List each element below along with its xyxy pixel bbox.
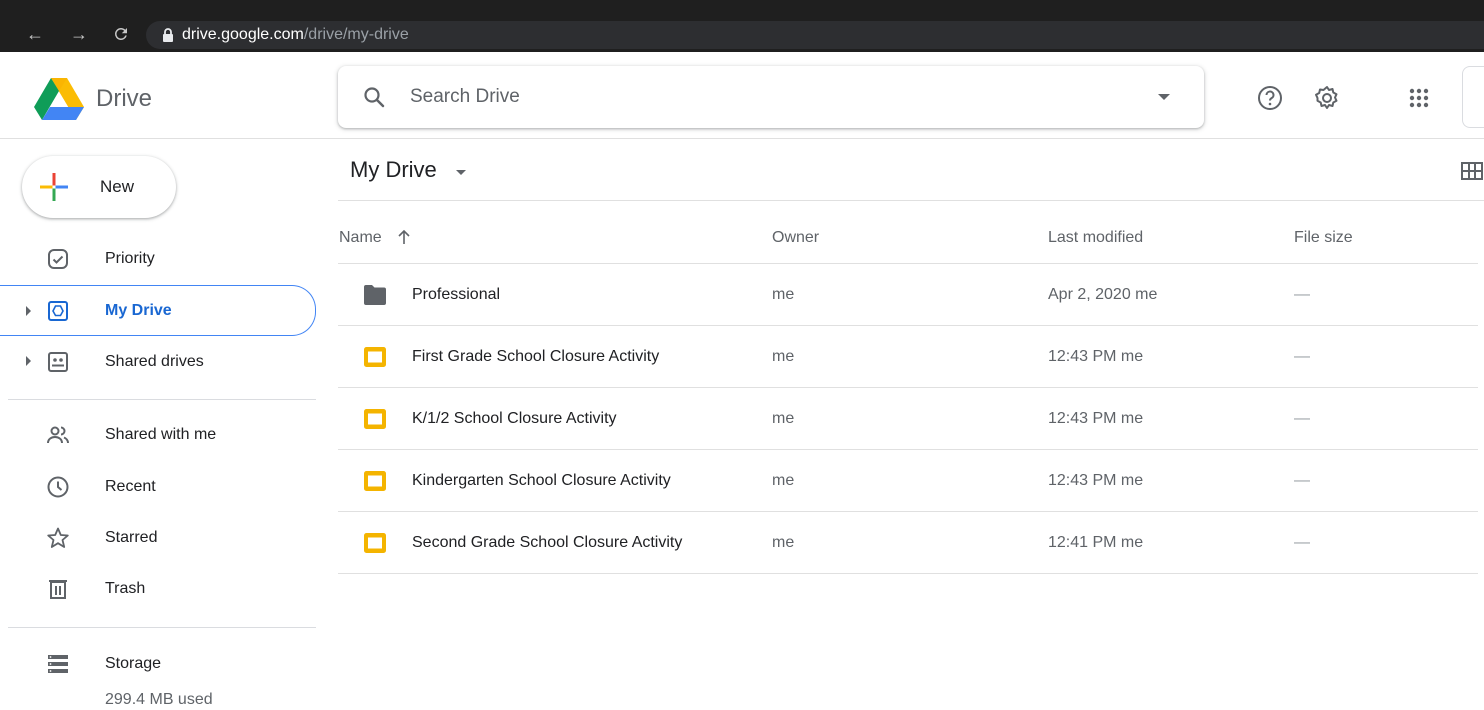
file-name: Second Grade School Closure Activity bbox=[412, 534, 683, 551]
sidebar-item-label: Recent bbox=[105, 478, 156, 495]
sidebar-item-shared-drives[interactable]: Shared drives bbox=[0, 338, 316, 386]
browser-toolbar: ← → drive.google.com/drive/my-drive bbox=[0, 0, 1484, 52]
clock-icon bbox=[47, 476, 69, 498]
sidebar-divider bbox=[8, 399, 316, 400]
header-divider bbox=[0, 138, 1484, 139]
trash-icon bbox=[49, 580, 67, 599]
sidebar-item-trash[interactable]: Trash bbox=[0, 565, 316, 613]
sidebar-item-label: Starred bbox=[105, 529, 158, 546]
grid-view-icon[interactable] bbox=[1460, 160, 1484, 182]
sidebar-item-label: Trash bbox=[105, 580, 146, 597]
drive-logo-icon[interactable] bbox=[34, 78, 84, 120]
search-input[interactable] bbox=[410, 83, 1110, 111]
table-row[interactable]: Kindergarten School Closure Activity me … bbox=[338, 450, 1478, 512]
sidebar-item-starred[interactable]: Starred bbox=[0, 514, 316, 562]
url-host: drive.google.com bbox=[182, 26, 304, 43]
help-icon[interactable] bbox=[1256, 84, 1284, 112]
sidebar-item-recent[interactable]: Recent bbox=[0, 463, 316, 511]
account-button[interactable] bbox=[1462, 66, 1484, 128]
file-name: First Grade School Closure Activity bbox=[412, 348, 660, 365]
column-header-name[interactable]: Name bbox=[339, 228, 382, 248]
plus-icon bbox=[40, 173, 68, 201]
chevron-down-icon[interactable] bbox=[456, 170, 466, 175]
file-size: — bbox=[1294, 348, 1310, 365]
slides-icon bbox=[364, 347, 386, 367]
settings-icon[interactable] bbox=[1313, 84, 1341, 112]
file-last-modified: Apr 2, 2020 me bbox=[1048, 286, 1158, 303]
column-header-last-modified[interactable]: Last modified bbox=[1048, 228, 1143, 248]
storage-used-text: 299.4 MB used bbox=[105, 691, 213, 708]
search-icon[interactable] bbox=[362, 85, 386, 109]
file-size: — bbox=[1294, 410, 1310, 427]
sidebar-item-my-drive[interactable]: My Drive bbox=[0, 285, 316, 336]
url-path: /drive/my-drive bbox=[303, 26, 409, 43]
page-title[interactable]: My Drive bbox=[350, 156, 437, 184]
star-icon bbox=[47, 527, 69, 548]
title-divider bbox=[338, 200, 1484, 201]
sidebar-item-label: Priority bbox=[105, 250, 155, 267]
new-button-label: New bbox=[100, 177, 135, 196]
search-bar[interactable] bbox=[338, 66, 1204, 128]
shared-drives-icon bbox=[48, 352, 68, 372]
sidebar-item-label: Shared drives bbox=[105, 353, 204, 370]
table-row[interactable]: Professional me Apr 2, 2020 me — bbox=[338, 264, 1478, 326]
lock-icon bbox=[163, 28, 173, 42]
app-name: Drive bbox=[96, 85, 153, 112]
file-size: — bbox=[1294, 286, 1310, 303]
sidebar-item-priority[interactable]: Priority bbox=[0, 235, 316, 283]
file-last-modified: 12:43 PM me bbox=[1048, 410, 1144, 427]
arrow-right-icon[interactable]: → bbox=[68, 22, 90, 46]
slides-icon bbox=[364, 471, 386, 491]
file-size: — bbox=[1294, 472, 1310, 489]
sidebar-item-label: Storage bbox=[105, 655, 162, 672]
apps-icon[interactable] bbox=[1405, 84, 1433, 112]
sort-ascending-icon[interactable] bbox=[396, 228, 412, 246]
expand-arrow-icon[interactable] bbox=[26, 306, 31, 316]
sidebar-item-shared-with-me[interactable]: Shared with me bbox=[0, 411, 316, 459]
folder-icon bbox=[364, 285, 386, 305]
file-last-modified: 12:43 PM me bbox=[1048, 472, 1144, 489]
file-name: K/1/2 School Closure Activity bbox=[412, 410, 617, 427]
slides-icon bbox=[364, 533, 386, 553]
address-bar[interactable]: drive.google.com/drive/my-drive bbox=[146, 21, 1484, 49]
file-owner: me bbox=[772, 286, 795, 303]
column-header-owner: Owner bbox=[772, 229, 820, 246]
file-last-modified: 12:43 PM me bbox=[1048, 348, 1144, 365]
new-button[interactable]: New bbox=[22, 156, 176, 218]
column-header-file-size: File size bbox=[1294, 229, 1353, 246]
priority-icon bbox=[48, 249, 68, 269]
file-name: Professional bbox=[412, 286, 501, 303]
file-last-modified: 12:41 PM me bbox=[1048, 534, 1144, 551]
people-icon bbox=[47, 426, 69, 444]
table-row[interactable]: First Grade School Closure Activity me 1… bbox=[338, 326, 1478, 388]
file-owner: me bbox=[772, 472, 795, 489]
arrow-left-icon[interactable]: ← bbox=[24, 22, 46, 46]
file-size: — bbox=[1294, 534, 1310, 551]
sidebar-item-storage[interactable]: Storage bbox=[0, 640, 316, 688]
file-owner: me bbox=[772, 348, 795, 365]
table-row[interactable]: Second Grade School Closure Activity me … bbox=[338, 512, 1478, 574]
file-owner: me bbox=[772, 410, 795, 427]
my-drive-icon bbox=[48, 301, 68, 321]
file-name: Kindergarten School Closure Activity bbox=[412, 472, 671, 489]
search-options-dropdown-icon[interactable] bbox=[1158, 94, 1170, 100]
reload-icon[interactable] bbox=[110, 22, 132, 46]
sidebar-item-label: My Drive bbox=[105, 302, 172, 319]
sidebar-divider bbox=[8, 627, 316, 628]
storage-icon bbox=[48, 655, 68, 673]
url-text: drive.google.com/drive/my-drive bbox=[182, 25, 409, 45]
table-row[interactable]: K/1/2 School Closure Activity me 12:43 P… bbox=[338, 388, 1478, 450]
file-owner: me bbox=[772, 534, 795, 551]
expand-arrow-icon[interactable] bbox=[26, 356, 31, 366]
sidebar-item-label: Shared with me bbox=[105, 426, 217, 443]
slides-icon bbox=[364, 409, 386, 429]
